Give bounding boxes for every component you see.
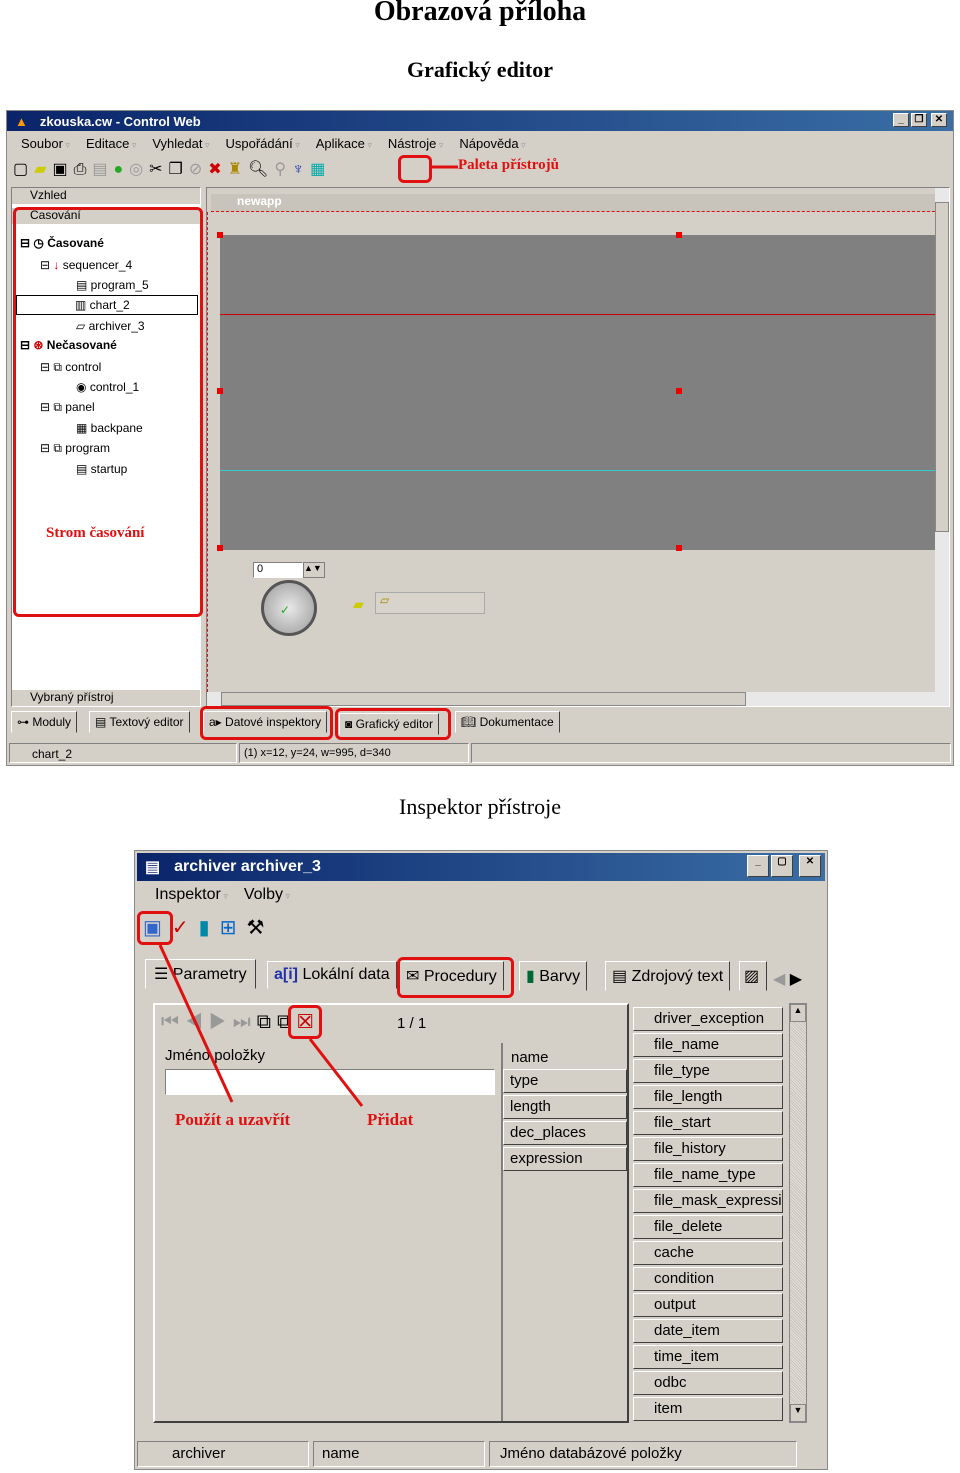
apply-pointer-line	[158, 944, 234, 1103]
add-pointer-line	[308, 1038, 364, 1107]
annotation-lines	[158, 165, 458, 1107]
